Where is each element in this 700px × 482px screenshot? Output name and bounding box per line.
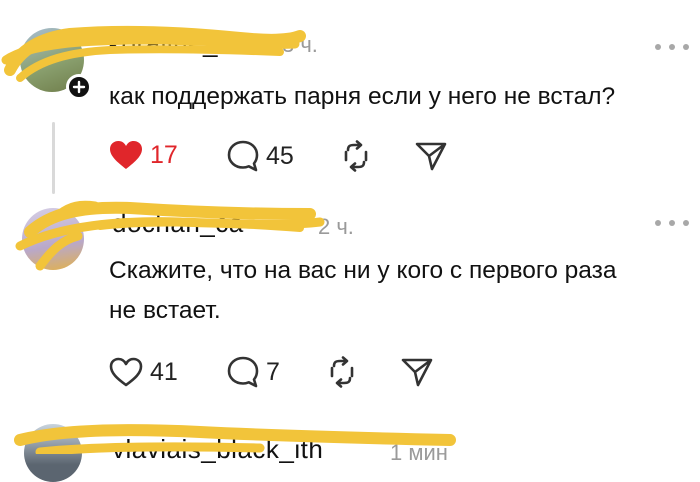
more-icon[interactable] — [655, 42, 689, 52]
repost-button[interactable] — [326, 356, 358, 393]
comment-text-2-line-2: не встает. — [109, 297, 221, 324]
plus-badge-icon[interactable] — [66, 74, 92, 100]
send-icon — [401, 358, 433, 387]
timestamp-comment-1: 3 ч. — [282, 32, 318, 57]
thread-line — [52, 122, 55, 194]
avatar-comment-2[interactable] — [22, 208, 84, 270]
like-button[interactable]: 41 — [108, 356, 178, 388]
reply-count: 45 — [266, 141, 294, 170]
comment-text-2-line-1: Скажите, что на вас ни у кого с первого … — [109, 257, 617, 284]
reply-button[interactable]: 7 — [226, 355, 280, 389]
like-count: 17 — [150, 140, 178, 169]
like-button[interactable]: 17 — [108, 139, 178, 171]
repost-icon — [330, 356, 354, 388]
comment-bubble-icon — [227, 140, 259, 172]
comment-bubble-icon — [227, 356, 259, 388]
username-comment-2[interactable]: dochan_ca — [112, 208, 244, 239]
reply-count: 7 — [266, 357, 280, 386]
send-button[interactable] — [414, 140, 448, 177]
timestamp-comment-2: 2 ч. — [318, 214, 354, 239]
send-icon — [415, 142, 447, 171]
repost-button[interactable] — [340, 140, 372, 177]
avatar-comment-3[interactable] — [24, 424, 82, 482]
more-icon[interactable] — [655, 218, 689, 228]
timestamp-comment-3: 1 мин — [390, 440, 448, 465]
heart-icon — [109, 357, 143, 387]
username-comment-3[interactable]: vlaviais_black_ith — [112, 434, 323, 465]
repost-icon — [344, 140, 368, 172]
username-comment-1[interactable]: koraline_ — [108, 28, 218, 59]
heart-icon — [110, 141, 142, 169]
comment-text-1: как поддержать парня если у него не вста… — [109, 83, 616, 110]
send-button[interactable] — [400, 356, 434, 393]
reply-button[interactable]: 45 — [226, 139, 294, 173]
like-count: 41 — [150, 357, 178, 386]
